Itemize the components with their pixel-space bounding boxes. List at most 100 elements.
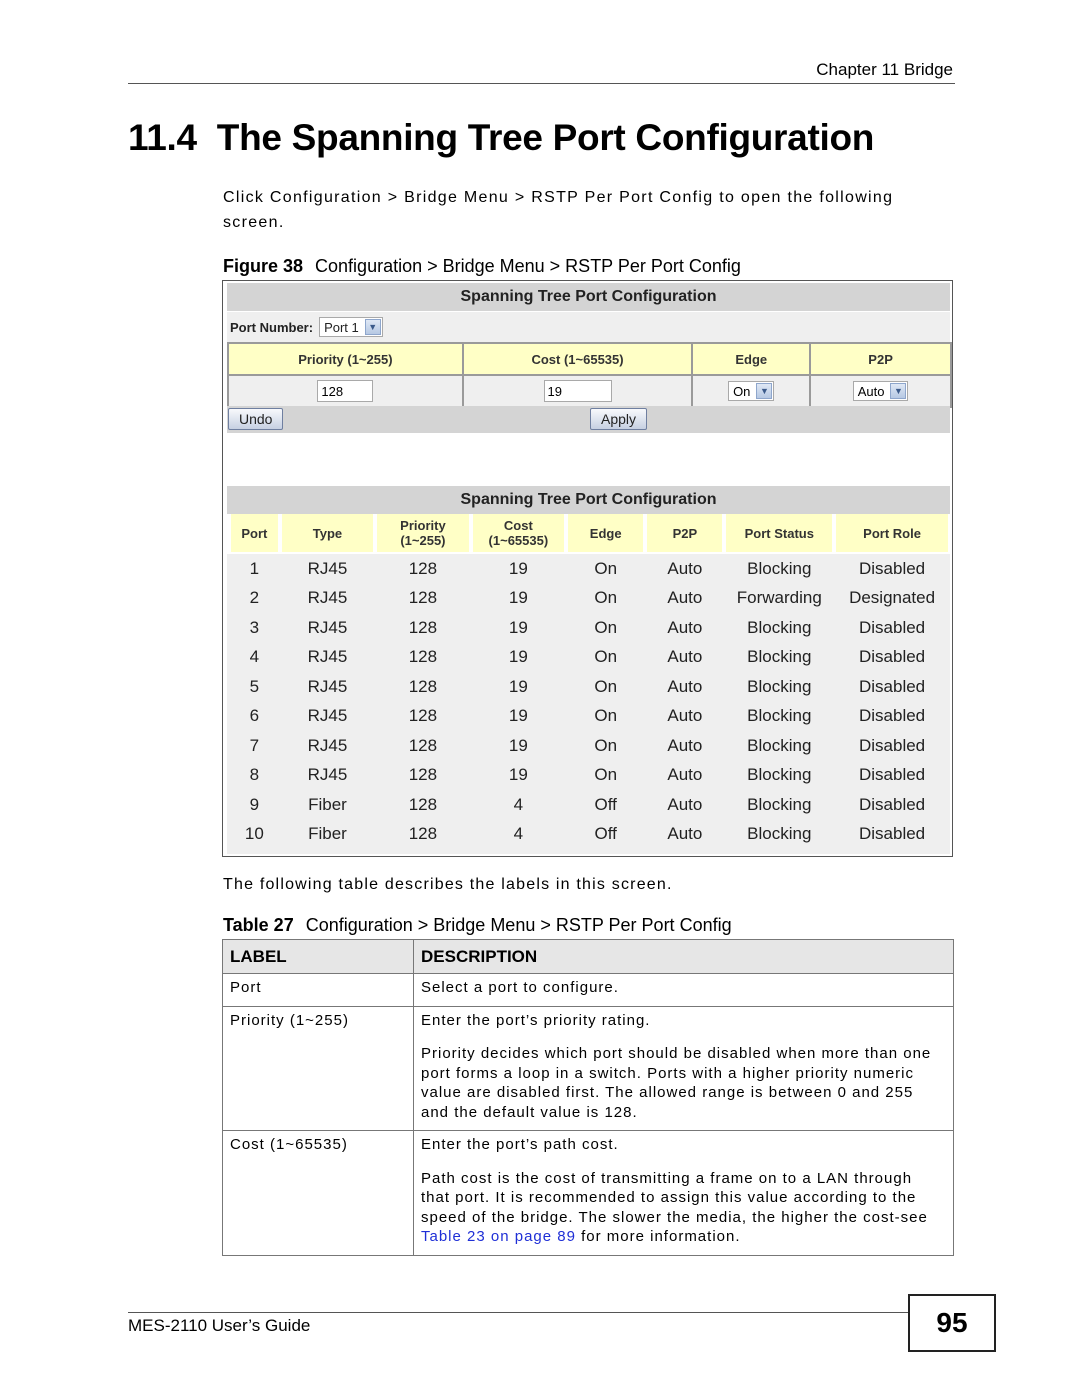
chevron-down-icon[interactable]: ▼ [756, 383, 773, 399]
status-header-cell: Cost (1~65535) [472, 514, 565, 552]
row-description: Select a port to configure. [413, 973, 954, 1007]
status-cell: Disabled [858, 676, 926, 696]
status-cell: Blocking [747, 794, 812, 814]
row-label: Cost (1~65535) [222, 1130, 414, 1256]
status-cell: On [594, 735, 618, 755]
status-cell: 128 [408, 765, 438, 785]
p2p-value: Auto [857, 383, 885, 399]
header-priority: Priority (1~255) [227, 342, 464, 376]
description-column-header: DESCRIPTION [413, 939, 954, 974]
status-cell: Blocking [747, 765, 812, 785]
p2p-select[interactable]: Auto ▼ [852, 381, 909, 401]
status-cell: 19 [508, 765, 528, 785]
status-cell: 19 [508, 676, 528, 696]
description-paragraph: Enter the port’s priority rating. [421, 1011, 651, 1029]
status-cell: 19 [508, 735, 528, 755]
table-label: Table 27 [223, 915, 294, 935]
status-cell: RJ45 [307, 706, 348, 726]
status-cell: On [594, 617, 618, 637]
status-cell: On [594, 558, 618, 578]
status-cell: Blocking [747, 706, 812, 726]
row-label: Port [222, 973, 414, 1007]
status-cell: 19 [508, 617, 528, 637]
description-text: Path cost is the cost of transmitting a … [421, 1169, 928, 1226]
table-caption-text: Configuration > Bridge Menu > RSTP Per P… [305, 915, 732, 935]
status-cell: Disabled [858, 735, 926, 755]
status-cell: 128 [408, 617, 438, 637]
section-title-text: The Spanning Tree Port Configuration [216, 117, 875, 158]
status-cell: Designated [849, 588, 936, 608]
status-header-cell: Port [231, 514, 278, 552]
status-cell: Auto [667, 706, 703, 726]
port-status-row: 1 RJ45 128 19 On Auto Blocking Disabled [231, 554, 948, 584]
header-line: (1~65535) [488, 533, 549, 548]
figure-caption: Figure 38 Configuration > Bridge Menu > R… [223, 256, 741, 277]
config-panel-title: Spanning Tree Port Configuration [227, 283, 950, 311]
row-label: Priority (1~255) [222, 1005, 414, 1131]
status-cell: 19 [508, 588, 528, 608]
status-cell: 19 [508, 706, 528, 726]
undo-button[interactable]: Undo [228, 408, 284, 430]
header-p2p: P2P [809, 342, 952, 376]
status-cell: 128 [408, 794, 438, 814]
edge-cell: On ▼ [691, 374, 812, 408]
port-status-row: 7 RJ45 128 19 On Auto Blocking Disabled [231, 731, 948, 761]
screenshot-figure: Spanning Tree Port Configuration Port Nu… [222, 280, 953, 857]
table-row: Priority (1~255) Enter the port’s priori… [222, 1005, 954, 1131]
edge-select[interactable]: On ▼ [728, 381, 775, 401]
section-number: 11.4 [128, 117, 197, 158]
header-line: Edge [589, 525, 622, 541]
status-cell: On [594, 706, 618, 726]
header-edge: Edge [691, 342, 812, 376]
status-cell: Disabled [858, 824, 926, 844]
page-number: 95 [908, 1294, 996, 1352]
port-number-select[interactable]: Port 1 ▼ [319, 317, 383, 337]
status-cell: On [594, 588, 618, 608]
table-caption: Table 27 Configuration > Bridge Menu > RS… [223, 915, 732, 936]
description-paragraph: Path cost is the cost of transmitting a … [421, 1169, 946, 1247]
table-23-link[interactable]: Table 23 on page 89 [421, 1228, 576, 1245]
header-line: (1~255) [400, 533, 446, 548]
status-cell: 6 [249, 706, 260, 726]
port-status-row: 2 RJ45 128 19 On Auto Forwarding Designated [231, 584, 948, 614]
status-cell: Blocking [747, 676, 812, 696]
status-cell: On [594, 765, 618, 785]
status-header-cell: Priority (1~255) [377, 514, 469, 552]
following-text: The following table describes the labels… [223, 876, 673, 893]
description-paragraph: Enter the port’s path cost. [421, 1136, 619, 1153]
header-line: Type [312, 525, 343, 541]
button-row: Undo Apply [227, 406, 950, 433]
status-cell: RJ45 [307, 558, 348, 578]
status-cell: 10 [244, 824, 264, 844]
label-column-header: LABEL [222, 939, 414, 974]
label-description-table: LABEL DESCRIPTION Port Select a port to … [222, 939, 954, 1256]
status-cell: RJ45 [307, 676, 348, 696]
header-line: P2P [672, 525, 698, 541]
status-cell: Auto [667, 794, 703, 814]
priority-cell [227, 374, 464, 408]
status-cell: Auto [667, 824, 703, 844]
priority-input[interactable] [317, 380, 374, 402]
status-cell: 8 [249, 765, 260, 785]
status-cell: Disabled [858, 794, 926, 814]
chevron-down-icon[interactable]: ▼ [364, 319, 381, 335]
edge-value: On [733, 383, 751, 399]
status-header-cell: Port Role [836, 514, 948, 552]
cost-cell [461, 374, 694, 408]
header-line: Port Status [744, 525, 814, 541]
port-config-table: Priority (1~255) Cost (1~65535) Edge P2P… [227, 342, 952, 408]
status-cell: Auto [667, 647, 703, 667]
status-header-cell: P2P [647, 514, 723, 552]
status-header-cell: Port Status [726, 514, 833, 552]
status-cell: On [594, 647, 618, 667]
status-cell: 19 [508, 647, 528, 667]
cost-input[interactable] [543, 380, 612, 402]
chevron-down-icon[interactable]: ▼ [890, 383, 907, 399]
chapter-header: Chapter 11 Bridge [816, 60, 953, 79]
apply-button[interactable]: Apply [590, 408, 648, 430]
status-header-table: Port Type Priority (1~255) Cost (1~65535) Edge… [227, 514, 952, 552]
status-panel-title: Spanning Tree Port Configuration [227, 486, 950, 514]
status-header-cell: Type [281, 514, 374, 552]
p2p-cell: Auto ▼ [809, 374, 952, 408]
status-cell: Disabled [858, 765, 926, 785]
